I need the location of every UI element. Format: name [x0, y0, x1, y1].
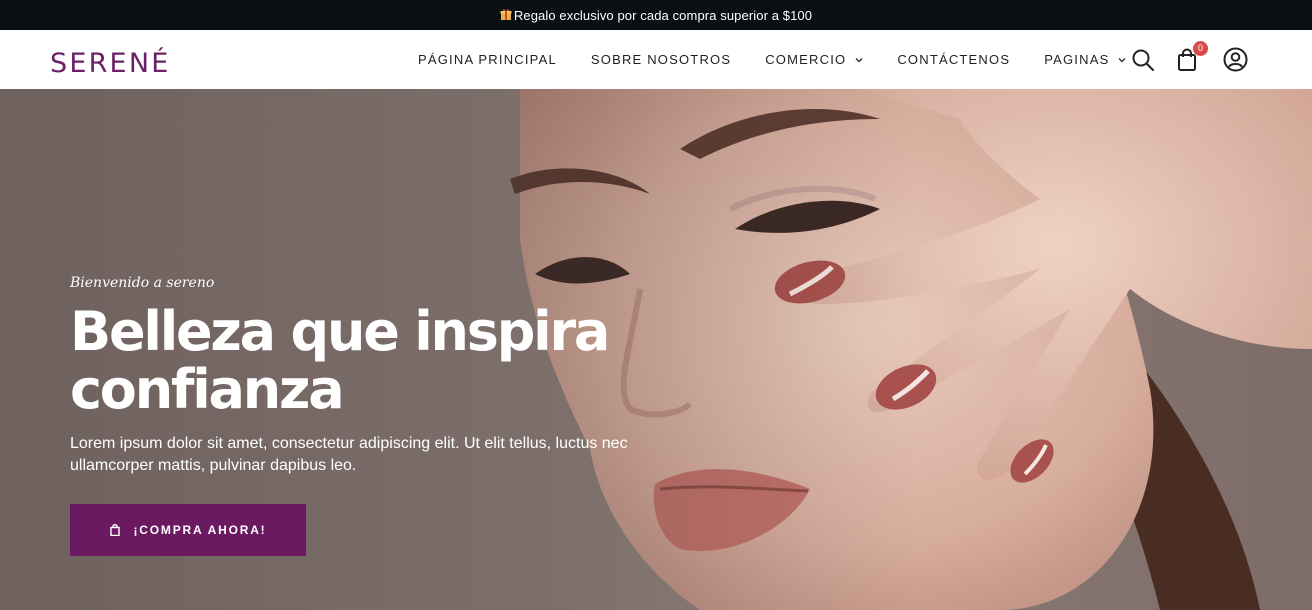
header-icons: 0 — [1130, 30, 1248, 89]
nav-item-home[interactable]: PÁGINA PRINCIPAL — [401, 30, 574, 89]
nav-item-pages[interactable]: PAGINAS — [1027, 30, 1143, 89]
main-nav: PÁGINA PRINCIPAL SOBRE NOSOTROS COMERCIO… — [401, 30, 1143, 89]
chevron-down-icon — [855, 57, 863, 62]
shop-now-label: ¡COMPRA AHORA! — [133, 523, 267, 537]
account-button[interactable] — [1222, 47, 1248, 73]
nav-item-label: COMERCIO — [765, 52, 847, 67]
nav-item-contact[interactable]: CONTÁCTENOS — [880, 30, 1027, 89]
hero-headline-line-1: Belleza que inspira — [70, 300, 610, 363]
cart-button[interactable]: 0 — [1174, 40, 1208, 73]
hero-description: Lorem ipsum dolor sit amet, consectetur … — [70, 435, 628, 474]
search-button[interactable] — [1130, 47, 1156, 73]
nav-item-label: CONTÁCTENOS — [897, 52, 1011, 67]
hero-eyebrow: Bienvenido a sereno — [70, 275, 215, 291]
chevron-down-icon — [1118, 57, 1126, 62]
user-icon — [1223, 47, 1247, 72]
hero-banner: Bienvenido a sereno Belleza que inspira … — [0, 89, 1312, 610]
hero-content: Bienvenido a sereno Belleza que inspira … — [70, 275, 650, 556]
hero-headline-line-2: confianza — [70, 358, 345, 421]
announcement-text: Regalo exclusivo por cada compra superio… — [513, 7, 813, 23]
announcement-bar: Regalo exclusivo por cada compra superio… — [0, 0, 1312, 30]
nav-item-label: PAGINAS — [1044, 52, 1110, 67]
cart-count-badge: 0 — [1193, 40, 1208, 56]
site-header: SERENÉ PÁGINA PRINCIPAL SOBRE NOSOTROS C… — [0, 30, 1312, 89]
logo[interactable]: SERENÉ — [50, 43, 170, 79]
search-icon — [1132, 49, 1154, 71]
nav-item-label: PÁGINA PRINCIPAL — [418, 52, 557, 67]
hero-headline: Belleza que inspira confianza — [70, 303, 650, 419]
gift-icon — [500, 9, 512, 20]
nav-item-about[interactable]: SOBRE NOSOTROS — [574, 30, 748, 89]
nav-item-label: SOBRE NOSOTROS — [590, 52, 732, 67]
shop-now-button[interactable]: ¡COMPRA AHORA! — [70, 504, 306, 556]
nav-item-shop[interactable]: COMERCIO — [748, 30, 880, 89]
shopping-bag-icon — [109, 524, 120, 536]
